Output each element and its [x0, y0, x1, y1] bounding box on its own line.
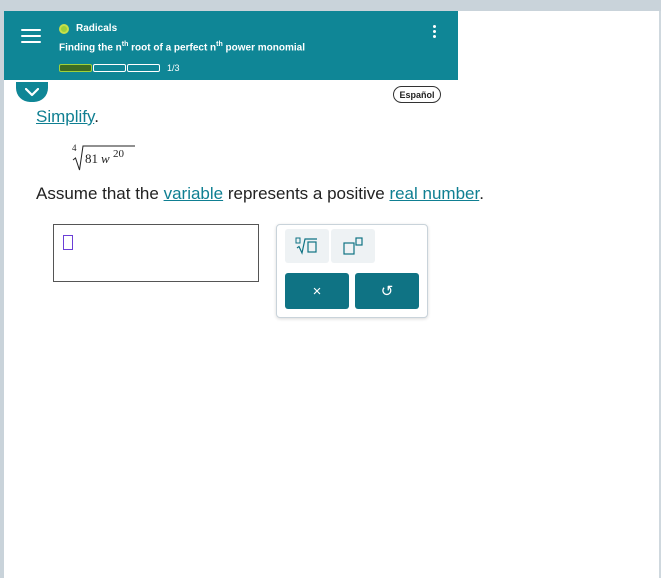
- nth-root-icon: [295, 237, 317, 255]
- math-keypad: × ↺: [276, 224, 428, 318]
- more-options-icon[interactable]: [429, 25, 439, 41]
- window-top-strip: [0, 0, 661, 11]
- exponent-button[interactable]: [331, 229, 375, 263]
- expand-header-button[interactable]: [16, 82, 48, 102]
- radicand-coefficient: 81: [85, 151, 98, 166]
- simplify-link[interactable]: Simplify: [36, 107, 94, 126]
- topic-title: Radicals: [76, 23, 118, 34]
- nth-root-button[interactable]: [285, 229, 329, 263]
- question-instruction: Simplify.: [36, 107, 99, 126]
- progress-segment-2: [93, 64, 126, 72]
- topic-header: Radicals Finding the nth root of a perfe…: [4, 11, 458, 80]
- clear-button[interactable]: ×: [285, 273, 349, 309]
- assumption-text: Assume that the variable represents a po…: [36, 184, 484, 203]
- radicand-exponent: 20: [113, 148, 125, 160]
- progress-bar: 1/3: [59, 63, 180, 73]
- hamburger-menu-icon[interactable]: [21, 29, 41, 45]
- topic-row: Radicals: [59, 23, 117, 34]
- input-cursor: [63, 235, 73, 250]
- real-number-link[interactable]: real number: [389, 184, 479, 203]
- exponent-icon: [343, 237, 363, 255]
- variable-link[interactable]: variable: [164, 184, 224, 203]
- topic-status-dot-icon: [59, 23, 69, 34]
- chevron-down-icon: [25, 87, 39, 96]
- progress-segment-1: [59, 64, 92, 72]
- radical-index: 4: [72, 143, 77, 153]
- close-icon: ×: [312, 282, 322, 300]
- radicand-variable: w: [101, 151, 110, 166]
- window-left-edge: [0, 11, 4, 578]
- progress-segment-3: [127, 64, 160, 72]
- progress-label: 1/3: [167, 63, 180, 73]
- undo-button[interactable]: ↺: [355, 273, 419, 309]
- espanol-language-button[interactable]: Español: [393, 86, 441, 103]
- lesson-subtitle: Finding the nth root of a perfect nth po…: [59, 41, 306, 54]
- undo-icon: ↺: [380, 283, 394, 300]
- radical-expression: 4 81 w 20: [72, 143, 135, 171]
- answer-input[interactable]: [53, 224, 259, 282]
